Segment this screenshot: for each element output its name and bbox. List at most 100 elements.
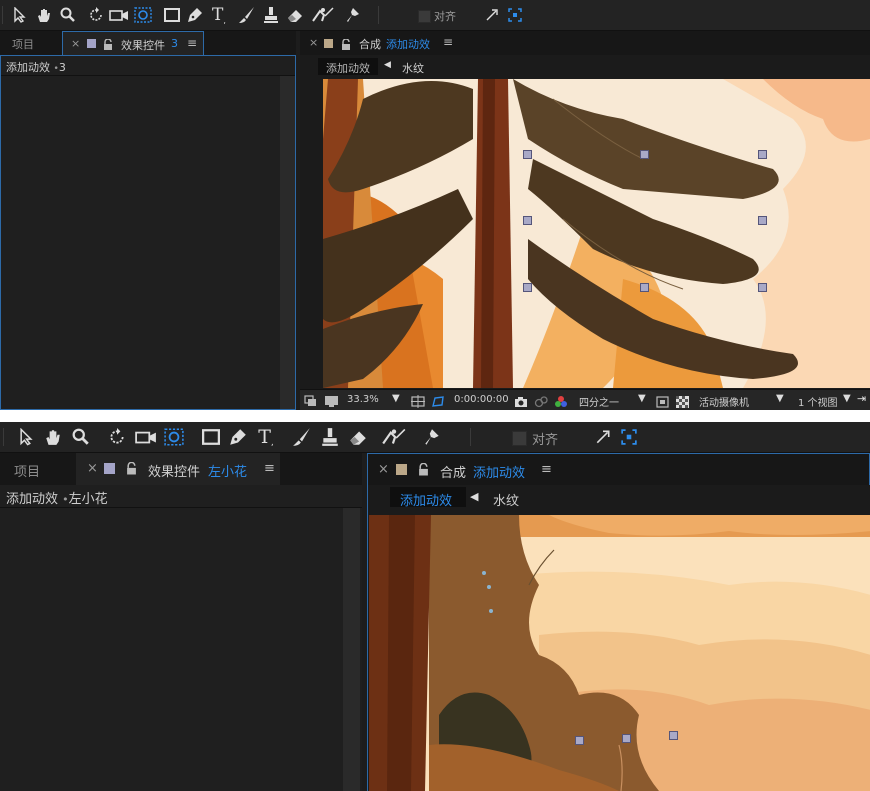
eraser-tool-icon[interactable] (284, 0, 306, 30)
label-color-swatch (104, 463, 115, 474)
transform-handle[interactable] (523, 216, 532, 225)
snapshot-icon[interactable] (514, 393, 528, 410)
transform-handle[interactable] (758, 150, 767, 159)
composition-viewer[interactable] (369, 515, 870, 791)
comp-tab-label: 合成 (440, 466, 467, 481)
rectangle-tool-icon[interactable] (200, 422, 222, 452)
rotate-tool-icon[interactable] (106, 422, 128, 452)
lock-icon[interactable] (126, 461, 137, 480)
toolbar-grip (3, 428, 4, 446)
transform-handle[interactable] (523, 150, 532, 159)
selection-tool-icon[interactable] (16, 422, 36, 452)
views-select[interactable]: 1 个视图 (798, 394, 838, 409)
more-icon[interactable]: ⇥ (857, 392, 866, 405)
breadcrumb-comp[interactable]: 添加动效 (400, 490, 452, 509)
tab-effect-controls[interactable]: × 效果控件 3 ≡ (62, 31, 204, 56)
comp-close-icon[interactable]: × (378, 462, 389, 477)
snap-frame-icon[interactable] (620, 422, 638, 452)
puppet-pin-tool-icon[interactable] (342, 0, 364, 30)
breadcrumb-water[interactable]: 水纹 (493, 490, 519, 509)
effect-controls-scrollbar[interactable] (280, 76, 295, 409)
views-dropdown-icon[interactable]: ▼ (843, 393, 851, 404)
brush-tool-icon[interactable] (290, 422, 314, 452)
transform-handle[interactable] (758, 216, 767, 225)
align-checkbox[interactable] (512, 431, 527, 446)
breadcrumb-comp[interactable]: 添加动效 (326, 60, 370, 76)
effect-controls-scrollbar[interactable] (343, 508, 360, 791)
transform-handle[interactable] (640, 150, 649, 159)
breadcrumb-water[interactable]: 水纹 (402, 60, 424, 76)
lock-icon[interactable] (103, 36, 113, 55)
text-tool-icon[interactable]: T, (254, 422, 278, 452)
camera-select[interactable]: 活动摄像机 (699, 394, 749, 409)
camera-dropdown-icon[interactable]: ▼ (776, 393, 784, 404)
preview-toggle-icon[interactable] (304, 393, 318, 410)
rotate-tool-icon[interactable] (86, 0, 106, 30)
comp-lock-icon[interactable] (418, 462, 429, 481)
tab-effect-controls[interactable]: × 效果控件 左小花 ≡ (76, 453, 280, 485)
artwork-tree-scene (323, 79, 870, 388)
align-checkbox[interactable] (418, 10, 431, 23)
puppet-pin-tool-icon[interactable] (420, 422, 444, 452)
monitor-icon[interactable] (324, 393, 339, 410)
zoom-tool-icon[interactable] (70, 422, 92, 452)
comp-panel-menu-icon[interactable]: ≡ (541, 462, 552, 477)
transform-handle[interactable] (640, 283, 649, 292)
pan-behind-tool-icon[interactable] (132, 0, 154, 30)
transform-handle[interactable] (669, 731, 678, 740)
transform-handle[interactable] (575, 736, 584, 745)
rectangle-tool-icon[interactable] (162, 0, 182, 30)
comp-tab-label: 合成 (359, 38, 381, 51)
roto-brush-tool-icon[interactable] (310, 0, 336, 30)
timecode[interactable]: 0:00:00:00 (454, 394, 509, 405)
axis-arrow-icon[interactable] (484, 0, 500, 30)
clone-stamp-tool-icon[interactable] (318, 422, 342, 452)
selection-tool-icon[interactable] (10, 0, 28, 30)
transform-handle[interactable] (523, 283, 532, 292)
axis-arrow-icon[interactable] (594, 422, 612, 452)
comp-close-icon[interactable]: × (309, 36, 318, 49)
camera-tool-icon[interactable] (134, 422, 158, 452)
channels-icon[interactable] (554, 393, 568, 410)
transform-handle[interactable] (622, 734, 631, 743)
effect-path-layer: 3 (58, 61, 66, 74)
transparency-grid-icon[interactable] (676, 393, 689, 410)
mask-visibility-icon[interactable] (431, 393, 445, 410)
camera-tool-icon[interactable] (108, 0, 130, 30)
tab-project[interactable]: 项目 (12, 36, 34, 52)
tab-project[interactable]: 项目 (14, 461, 40, 480)
hand-tool-icon[interactable] (34, 0, 54, 30)
pen-tool-icon[interactable] (184, 0, 206, 30)
comp-lock-icon[interactable] (341, 36, 351, 55)
zoom-tool-icon[interactable] (58, 0, 78, 30)
composition-viewer[interactable] (323, 79, 870, 388)
divider (1, 75, 295, 76)
panel-menu-icon[interactable]: ≡ (264, 461, 275, 476)
top-screenshot: T, 对齐 项目 × 效果控件 3 ≡ 添加动效 •3 × 合成 添加动效 ≡ … (0, 0, 870, 410)
panel-menu-icon[interactable]: ≡ (187, 36, 197, 50)
roto-brush-tool-icon[interactable] (380, 422, 408, 452)
close-icon[interactable]: × (71, 37, 80, 50)
brush-tool-icon[interactable] (236, 0, 258, 30)
comp-panel-menu-icon[interactable]: ≡ (443, 35, 453, 49)
hand-tool-icon[interactable] (42, 422, 64, 452)
resolution-select[interactable]: 四分之一 (579, 394, 619, 409)
comp-tab-name[interactable]: 添加动效 (386, 36, 430, 52)
comp-tab-name[interactable]: 添加动效 (473, 462, 525, 481)
left-tab-bar: 项目 × 效果控件 3 ≡ (0, 31, 296, 56)
pan-behind-tool-icon[interactable] (162, 422, 186, 452)
zoom-dropdown-icon[interactable]: ▼ (392, 393, 400, 404)
snap-frame-icon[interactable] (507, 0, 523, 30)
show-snapshot-icon[interactable] (534, 393, 548, 410)
transform-handle[interactable] (758, 283, 767, 292)
eraser-tool-icon[interactable] (346, 422, 370, 452)
text-tool-icon[interactable]: T, (208, 0, 230, 30)
clone-stamp-tool-icon[interactable] (260, 0, 282, 30)
breadcrumb-arrow-icon: ◀ (470, 490, 479, 503)
region-of-interest-icon[interactable] (656, 393, 669, 410)
pen-tool-icon[interactable] (226, 422, 250, 452)
close-icon[interactable]: × (87, 461, 98, 476)
resolution-dropdown-icon[interactable]: ▼ (638, 393, 646, 404)
zoom-level[interactable]: 33.3% (347, 394, 379, 405)
safe-margins-icon[interactable] (411, 393, 425, 410)
